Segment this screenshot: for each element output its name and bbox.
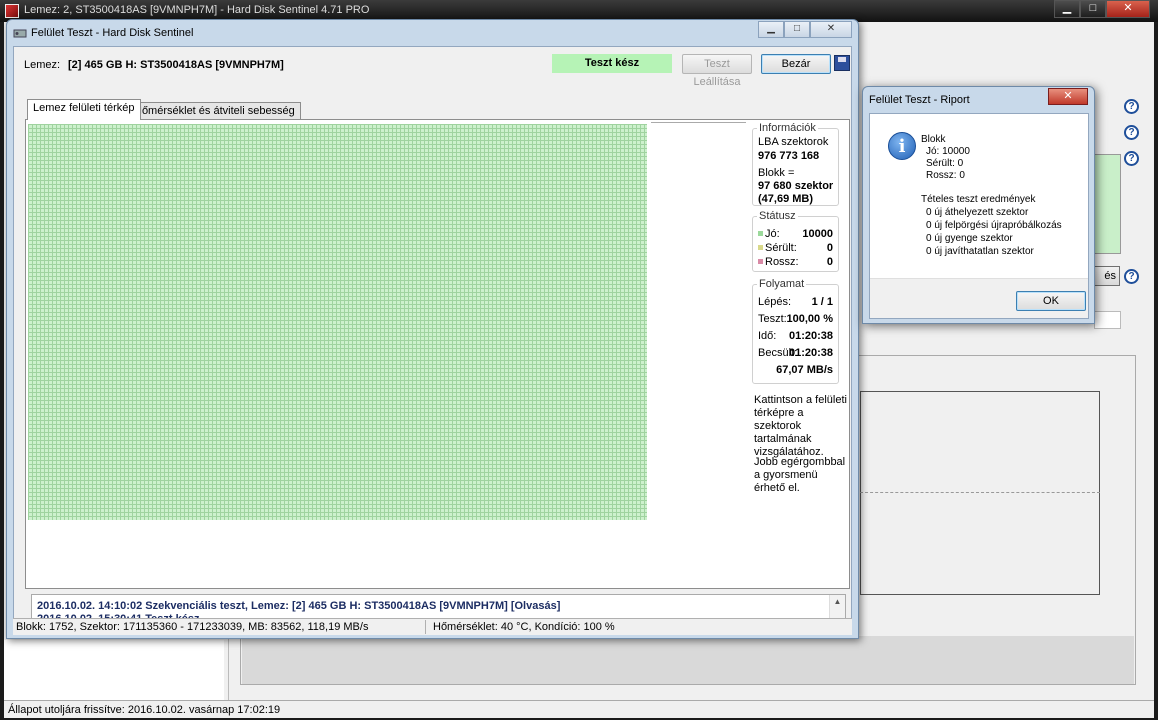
help-icon[interactable]: ? bbox=[1124, 99, 1139, 114]
lba-value: 976 773 168 bbox=[758, 150, 820, 162]
status-separator bbox=[425, 620, 426, 634]
close-button[interactable]: ✕ bbox=[1106, 0, 1150, 18]
app-icon bbox=[5, 4, 19, 18]
divider bbox=[651, 122, 746, 123]
main-status-bar: Állapot utoljára frissítve: 2016.10.02. … bbox=[4, 700, 1154, 718]
block-mb: (47,69 MB) bbox=[758, 193, 814, 205]
report-close-button[interactable]: ✕ bbox=[1048, 88, 1088, 105]
report-footer: OK bbox=[870, 278, 1088, 318]
step-label: Lépés: bbox=[758, 296, 792, 308]
test-status-badge: Teszt kész bbox=[552, 54, 672, 73]
report-line: 0 új áthelyezett szektor bbox=[926, 207, 1029, 218]
scroll-up-icon[interactable]: ▲ bbox=[830, 597, 845, 606]
help-icon[interactable]: ? bbox=[1124, 269, 1139, 284]
report-line: Tételes teszt eredmények bbox=[921, 194, 1036, 205]
good-value: 10000 bbox=[802, 228, 833, 240]
background-graph bbox=[860, 391, 1100, 595]
status-group: Státusz Jó: 10000 Sérült: 0 Rossz: 0 bbox=[752, 210, 839, 272]
info-group-title: Információk bbox=[757, 122, 818, 134]
time-label: Idő: bbox=[758, 330, 777, 342]
report-line: 0 új felpörgési újrapróbálkozás bbox=[926, 220, 1062, 231]
background-gray-area bbox=[242, 636, 1134, 684]
save-icon[interactable] bbox=[834, 55, 850, 71]
main-caption-buttons: ▁ □ ✕ bbox=[1054, 0, 1150, 20]
bad-label: Rossz: bbox=[758, 256, 799, 268]
background-graph-gridline bbox=[860, 492, 1100, 493]
block-sectors: 97 680 szektor bbox=[758, 180, 834, 192]
status-temperature: Hőmérséklet: 40 °C, Kondíció: 100 % bbox=[433, 621, 615, 633]
ok-button[interactable]: OK bbox=[1016, 291, 1086, 311]
damaged-label: Sérült: bbox=[758, 242, 797, 254]
report-dialog: Felület Teszt - Riport ✕ i Blokk Jó: 100… bbox=[862, 86, 1095, 324]
step-value: 1 / 1 bbox=[811, 296, 833, 308]
report-title: Felület Teszt - Riport bbox=[869, 94, 970, 106]
bad-value: 0 bbox=[826, 256, 833, 268]
info-group: Információk LBA szektorok 976 773 168 Bl… bbox=[752, 122, 839, 206]
progress-group-title: Folyamat bbox=[757, 278, 807, 290]
close-button[interactable]: ✕ bbox=[810, 21, 852, 38]
estimated-value: 01:20:38 bbox=[788, 347, 833, 359]
surface-test-titlebar: Felület Teszt - Hard Disk Sentinel ▁ □ ✕ bbox=[7, 20, 858, 46]
report-line: Sérült: 0 bbox=[926, 158, 964, 169]
speed-value: 67,07 MB/s bbox=[776, 364, 833, 376]
lba-label: LBA szektorok bbox=[758, 136, 829, 148]
test-value: 100,00 % bbox=[786, 313, 833, 325]
report-line: 0 új javíthatatlan szektor bbox=[926, 246, 1034, 257]
maximize-button[interactable]: □ bbox=[784, 21, 810, 38]
time-value: 01:20:38 bbox=[788, 330, 833, 342]
surface-test-status-bar: Blokk: 1752, Szektor: 171135360 - 171233… bbox=[13, 618, 852, 635]
maximize-button[interactable]: □ bbox=[1080, 0, 1106, 18]
tab-temperature-speed[interactable]: Hőmérséklet és átviteli sebesség bbox=[128, 102, 301, 120]
main-window-title: Lemez: 2, ST3500418AS [9VMNPH7M] - Hard … bbox=[24, 4, 370, 16]
surface-test-window: Felület Teszt - Hard Disk Sentinel ▁ □ ✕… bbox=[6, 19, 859, 639]
log-row: 2016.10.02. 14:10:02 Szekvenciális teszt… bbox=[37, 600, 561, 612]
main-sidebar bbox=[4, 640, 224, 700]
tab-surface-map[interactable]: Lemez felületi térkép bbox=[27, 99, 141, 120]
health-bar bbox=[1094, 154, 1121, 254]
surface-test-caption-buttons: ▁ □ ✕ bbox=[758, 21, 852, 38]
test-label: Teszt: bbox=[758, 313, 787, 325]
close-test-button[interactable]: Bezár bbox=[761, 54, 831, 74]
help-icon[interactable]: ? bbox=[1124, 151, 1139, 166]
report-line: Blokk bbox=[921, 134, 946, 145]
stop-test-button[interactable]: Teszt Leállítása bbox=[682, 54, 752, 88]
status-group-title: Státusz bbox=[757, 210, 798, 222]
surface-map-panel: Információk LBA szektorok 976 773 168 Bl… bbox=[25, 119, 850, 589]
minimize-button[interactable]: ▁ bbox=[1054, 0, 1080, 18]
background-field[interactable] bbox=[1094, 311, 1121, 329]
progress-group: Folyamat Lépés: 1 / 1 Teszt: 100,00 % Id… bbox=[752, 278, 839, 384]
damaged-value: 0 bbox=[826, 242, 833, 254]
disk-icon bbox=[13, 29, 27, 38]
info-icon: i bbox=[888, 132, 916, 160]
disk-label: Lemez: bbox=[24, 59, 61, 71]
help-icon[interactable]: ? bbox=[1124, 125, 1139, 140]
report-line: Jó: 10000 bbox=[926, 146, 970, 157]
report-client: i Blokk Jó: 10000 Sérült: 0 Rossz: 0 Tét… bbox=[869, 113, 1089, 319]
report-line: Rossz: 0 bbox=[926, 170, 965, 181]
block-label: Blokk = bbox=[758, 167, 795, 179]
report-line: 0 új gyenge szektor bbox=[926, 233, 1013, 244]
good-label: Jó: bbox=[758, 228, 780, 240]
status-block-info: Blokk: 1752, Szektor: 171135360 - 171233… bbox=[16, 621, 369, 633]
minimize-button[interactable]: ▁ bbox=[758, 21, 784, 38]
surface-test-client: Lemez: [2] 465 GB H: ST3500418AS [9VMNPH… bbox=[13, 46, 852, 634]
surface-test-title: Felület Teszt - Hard Disk Sentinel bbox=[31, 27, 194, 39]
hint-map-click: Kattintson a felületi térképre a szektor… bbox=[754, 394, 847, 458]
surface-map-grid[interactable] bbox=[28, 124, 647, 520]
hint-right-click: Jobb egérgombbal a gyorsmenü érhető el. bbox=[754, 456, 846, 494]
disk-value: [2] 465 GB H: ST3500418AS [9VMNPH7M] bbox=[68, 59, 284, 71]
